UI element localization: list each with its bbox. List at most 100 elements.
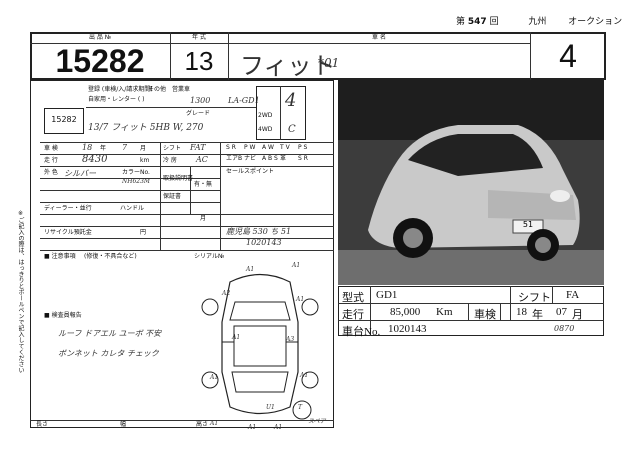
equipment-item: エアB: [226, 155, 243, 162]
recycle-value: 円: [140, 229, 147, 236]
diagram-mark: A1: [296, 296, 305, 303]
info-inspect-month: 07: [556, 306, 567, 318]
inspect-label: 車 検: [44, 145, 58, 152]
small-lot-number: 15282: [51, 115, 77, 124]
plate-handwriting: 鹿児島 530 ち 51: [226, 227, 292, 236]
manual-value: 有・無: [194, 181, 213, 188]
grade-label: グレード: [186, 110, 211, 117]
recycle-label: リサイクル預託金: [44, 229, 92, 236]
type-value: GD1: [376, 289, 398, 301]
equipment-item: P W: [244, 144, 256, 151]
equipment-item: 革: [280, 155, 287, 162]
dealer-label: ディーラー・並行: [44, 205, 92, 212]
lot-number: 15282: [55, 43, 145, 79]
equipment-item: ナビ: [244, 155, 257, 162]
info-mileage-label: 走行: [342, 309, 364, 321]
diagram-mark: A1: [232, 334, 241, 341]
info-serial-label: 車台No.: [342, 326, 381, 338]
inspect-month: 7: [122, 143, 128, 152]
equipment-item: S R: [226, 144, 236, 151]
serial-handwriting: 1020143: [246, 238, 282, 247]
diagram-mark: A2: [222, 290, 231, 297]
region: 九州: [528, 17, 547, 27]
drive-2wd: 2WD: [258, 112, 273, 119]
year-label: 年 式: [192, 34, 206, 41]
lot-label: 出 品 №: [88, 34, 112, 41]
inspector-label: ■ 検査員報告: [44, 312, 82, 319]
features-label: セールスポイント: [226, 168, 275, 175]
auction-name: オークション: [568, 17, 623, 27]
color-code: NH623M: [122, 178, 151, 185]
info-serial-suffix: 0870: [554, 324, 575, 333]
info-serial-value: 1020143: [388, 323, 427, 335]
model-year: 13: [184, 46, 214, 76]
month-label: 月: [200, 215, 207, 222]
car-photo: 51: [338, 80, 604, 285]
info-inspect-month-unit: 月: [572, 309, 583, 321]
usage-label-1: 自家用・レンター ( ): [88, 96, 145, 103]
type-label: 型式: [342, 292, 364, 304]
header-prefix: 第: [456, 17, 466, 27]
auction-header: 第 547 回 九州 オークション: [456, 14, 622, 27]
mileage-unit: km: [140, 157, 150, 164]
color-label: 外 色: [44, 169, 58, 176]
info-inspect-year: 18: [516, 306, 527, 318]
footer-height: 高さ: [196, 421, 209, 428]
margin-note: ※ご記入の際は、はっきりとボールペンで記入してください: [17, 210, 24, 373]
car-diagram: [201, 273, 319, 420]
warranty-label: 保証書: [163, 193, 182, 200]
usage-label-0: 登録 (車検/入/請求期間): [88, 86, 153, 93]
diagram-mark: A1: [300, 372, 309, 379]
shift-value: FAT: [190, 143, 206, 152]
inspect-year-unit: 年: [100, 145, 107, 152]
info-shift-label: シフト: [518, 292, 551, 304]
info-mileage-unit: Km: [436, 306, 453, 318]
color-code-label: カラーNo.: [122, 169, 150, 176]
license-plate: 51: [522, 220, 534, 229]
grade-handwriting: 13/7 フィット 5HB W, 270: [88, 123, 204, 133]
diagram-mark: T: [298, 404, 303, 411]
shift-label: シフト: [163, 145, 182, 152]
equipment-item: S R: [298, 155, 308, 162]
inspect-year: 18: [82, 143, 93, 152]
header-suffix: 回: [489, 17, 499, 27]
diagram-mark: U1: [266, 404, 275, 411]
handle-label: ハンドル: [120, 205, 145, 212]
ac-label: 冷 房: [163, 157, 177, 164]
equipment-item: P S: [298, 144, 308, 151]
info-inspect-label: 車検: [474, 309, 496, 321]
score-handwriting: 4: [285, 90, 297, 111]
info-mileage-value: 85,000: [390, 306, 421, 318]
notice-sub: (修復・不具合など): [84, 253, 137, 260]
inspector-note-2: ボンネット カレタ チェック: [58, 349, 159, 358]
diagram-mark: A1: [274, 424, 283, 431]
info-shift-value: FA: [566, 289, 580, 301]
notice-label: ■ 注意事項: [44, 253, 76, 260]
color-handwriting: シルバー: [64, 169, 96, 178]
ac-value: AC: [196, 155, 208, 164]
diagram-mark: A1: [248, 424, 257, 431]
diagram-mark: A1: [210, 374, 219, 381]
car-name-label: 車 名: [372, 34, 386, 41]
info-inspect-year-unit: 年: [532, 309, 543, 321]
diagram-mark: A1: [292, 262, 301, 269]
equipment-item: T V: [280, 144, 290, 151]
diagram-mark: A1: [246, 266, 255, 273]
diagram-mark: A3: [286, 336, 295, 343]
equipment-item: A W: [262, 144, 274, 151]
usage-label-3: 営業車: [172, 86, 191, 93]
displacement: 1300: [190, 96, 211, 105]
car-name-note: *01: [318, 56, 340, 70]
footer-length: 長さ: [36, 421, 49, 428]
grade-score: 4: [559, 38, 577, 74]
inspect-month-unit: 月: [140, 145, 147, 152]
plate-label: シリアル№: [194, 253, 225, 260]
interior-handwriting: C: [288, 124, 296, 135]
mileage-handwriting: 8430: [82, 154, 108, 165]
drive-4wd: 4WD: [258, 126, 273, 133]
session-number: 547: [467, 17, 487, 27]
footer-width: 幅: [120, 421, 127, 428]
manual-label: 取扱説明書: [163, 175, 194, 182]
inspector-note-1: ルーフ ドアエル ユーボ 不安: [58, 329, 162, 338]
model-code: LA-GD1: [228, 96, 260, 105]
